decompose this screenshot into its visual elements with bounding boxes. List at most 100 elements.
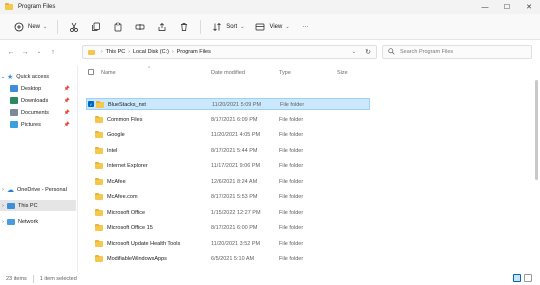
paste-icon [112, 21, 124, 33]
sidebar-item-documents[interactable]: Documents 📌 [8, 107, 76, 118]
table-row[interactable]: McAfee.com 8/17/2021 5:53 PM File folder [86, 191, 370, 203]
tiles-view-button[interactable] [524, 274, 532, 282]
close-button[interactable]: ✕ [518, 0, 540, 14]
file-date: 8/17/2021 5:53 PM [211, 194, 258, 200]
new-label: New [28, 23, 41, 30]
column-date-modified[interactable]: Date modified [211, 70, 245, 76]
forward-button[interactable]: → [18, 45, 32, 59]
recent-locations-button[interactable]: ⌄ [32, 45, 46, 59]
refresh-icon[interactable]: ↻ [365, 48, 371, 56]
file-type: File folder [279, 147, 304, 154]
file-name: Microsoft Office 15 [107, 225, 153, 231]
sort-label: Sort [226, 23, 238, 30]
sort-icon [211, 21, 223, 33]
new-button[interactable]: New ⌄ [8, 18, 52, 36]
chevron-down-icon[interactable]: ⌄ [0, 74, 6, 80]
file-date: 8/17/2021 6:09 PM [211, 116, 258, 123]
file-type: File folder [280, 102, 305, 108]
paste-button[interactable] [107, 18, 129, 36]
file-date: 8/17/2021 5:44 PM [211, 147, 258, 154]
chevron-right-icon[interactable]: › [0, 187, 6, 193]
file-type: File folder [279, 209, 304, 216]
sidebar-item-desktop[interactable]: Desktop 📌 [8, 83, 76, 94]
sidebar-item-network[interactable]: › Network [0, 216, 76, 227]
table-row[interactable]: Intel 8/17/2021 5:44 PM File folder [86, 145, 370, 157]
view-icon [254, 21, 266, 33]
sidebar-item-downloads[interactable]: Downloads 📌 [8, 95, 76, 106]
minimize-button[interactable]: — [474, 0, 496, 14]
copy-button[interactable] [85, 18, 107, 36]
computer-icon [7, 202, 15, 209]
scissors-icon [68, 21, 80, 33]
scrollbar-thumb[interactable] [535, 80, 538, 180]
back-button[interactable]: ← [4, 45, 18, 59]
search-input[interactable] [400, 49, 520, 55]
table-row[interactable]: Microsoft Update Health Tools 11/20/2021 … [86, 238, 370, 250]
file-date: 8/17/2021 6:00 PM [211, 225, 258, 231]
more-icon: ··· [302, 23, 309, 30]
row-checkbox[interactable]: ✓ [88, 101, 94, 107]
folder-icon [95, 255, 103, 262]
window-controls: — ☐ ✕ [474, 0, 540, 14]
pin-icon: 📌 [63, 109, 70, 116]
details-view-button[interactable] [513, 274, 521, 282]
downloads-icon [10, 97, 18, 104]
pin-icon: 📌 [63, 97, 70, 104]
chevron-down-icon[interactable]: ⌄ [352, 49, 356, 55]
chevron-down-icon: ⌄ [240, 23, 245, 30]
scrollbar[interactable] [535, 80, 538, 260]
up-button[interactable]: ↑ [46, 45, 60, 59]
table-row[interactable]: ✓ BlueStacks_nxt 11/20/2021 5:09 PM File fo… [86, 98, 370, 110]
more-options-button[interactable]: ··· [295, 18, 314, 36]
file-type: File folder [279, 178, 304, 185]
sidebar-item-onedrive[interactable]: › ☁ OneDrive - Personal [0, 184, 76, 195]
file-type: File folder [279, 225, 304, 231]
breadcrumb-local-disk[interactable]: Local Disk (C:) [133, 49, 169, 55]
table-row[interactable]: Google 11/20/2021 4:05 PM File folder [86, 129, 370, 141]
folder-icon [95, 131, 103, 138]
file-type: File folder [279, 256, 304, 262]
table-row[interactable]: Microsoft Office 1/15/2022 12:27 PM File f… [86, 207, 370, 219]
chevron-right-icon[interactable]: › [0, 203, 6, 209]
table-row[interactable]: McAfee 12/6/2021 8:24 AM File folder [86, 176, 370, 188]
breadcrumb-program-files[interactable]: Program Files [177, 49, 211, 55]
maximize-button[interactable]: ☐ [496, 0, 518, 14]
pictures-icon [10, 121, 18, 128]
table-row[interactable]: Microsoft Office 15 8/17/2021 6:00 PM File… [86, 222, 370, 234]
select-all-checkbox[interactable] [88, 69, 94, 75]
table-row[interactable]: Common Files 8/17/2021 6:09 PM File folder [86, 114, 370, 126]
sidebar-item-pictures[interactable]: Pictures 📌 [8, 119, 76, 130]
chevron-right-icon[interactable]: › [0, 219, 6, 225]
sidebar-item-quick-access[interactable]: ⌄ ★ Quick access [0, 71, 76, 82]
cut-button[interactable] [63, 18, 85, 36]
title-bar: Program Files — ☐ ✕ [0, 0, 540, 14]
cloud-icon: ☁ [7, 186, 14, 194]
item-count: 23 items [6, 275, 27, 282]
column-type[interactable]: Type [279, 70, 291, 76]
sidebar-item-label: Desktop [21, 85, 42, 92]
plus-circle-icon [13, 21, 25, 33]
file-name: Internet Explorer [107, 163, 148, 169]
sidebar-item-label: Pictures [21, 121, 41, 128]
file-name: ModifiableWindowsApps [107, 256, 167, 262]
sidebar-item-this-pc[interactable]: › This PC [0, 200, 76, 211]
table-row[interactable]: ModifiableWindowsApps 6/5/2021 5:10 AM Fil… [86, 253, 370, 265]
column-name[interactable]: Name [101, 70, 116, 76]
column-size[interactable]: Size [337, 70, 348, 76]
folder-icon [88, 49, 95, 55]
sort-button[interactable]: Sort ⌄ [206, 18, 249, 36]
copy-icon [90, 21, 102, 33]
table-row[interactable]: Internet Explorer 11/17/2021 9:06 PM File … [86, 160, 370, 172]
sidebar-item-label: OneDrive - Personal [17, 186, 67, 193]
address-bar[interactable]: › This PC › Local Disk (C:) › Program Fi… [82, 45, 377, 59]
chevron-right-icon: › [128, 49, 130, 55]
search-box[interactable] [382, 45, 532, 59]
share-button[interactable] [151, 18, 173, 36]
chevron-down-icon: ⌄ [285, 23, 290, 30]
view-button[interactable]: View ⌄ [249, 18, 294, 36]
pin-icon: 📌 [63, 85, 70, 92]
delete-button[interactable] [173, 18, 195, 36]
file-type: File folder [279, 163, 304, 169]
rename-button[interactable] [129, 18, 151, 36]
breadcrumb-this-pc[interactable]: This PC [106, 49, 126, 55]
